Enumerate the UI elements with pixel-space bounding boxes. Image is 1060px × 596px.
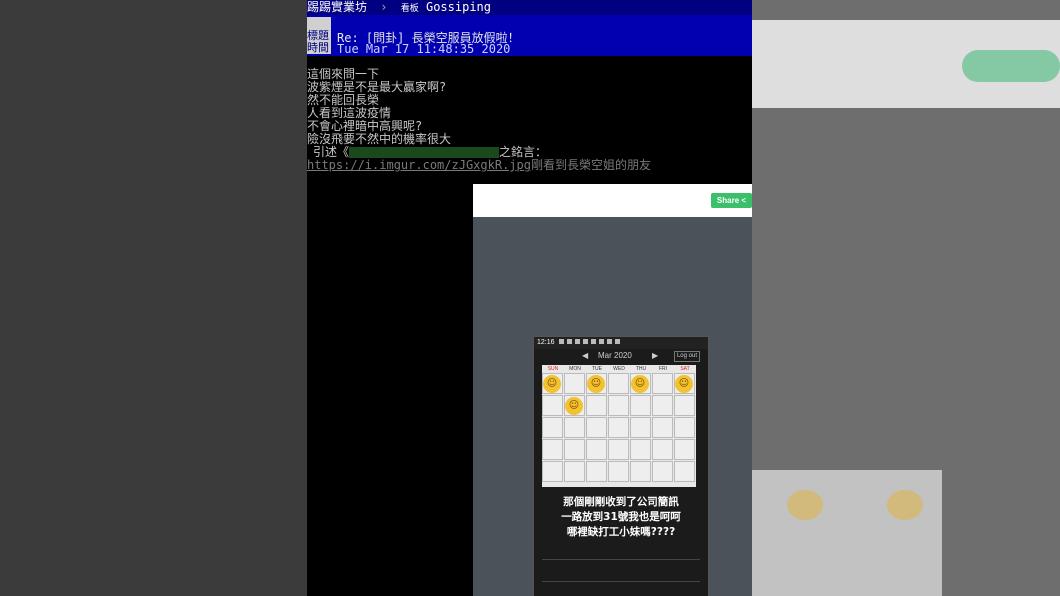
calendar-month: Mar 2020	[598, 351, 632, 360]
post-header: 標題 時間 Re: [問卦] 長榮空服員放假啦！ Tue Mar 17 11:4…	[307, 15, 752, 56]
logout-button: Log out	[673, 351, 700, 362]
quote-prefix: 引述《	[313, 145, 350, 159]
post-time: Tue Mar 17 11:48:35 2020	[337, 42, 511, 56]
day-label: SUN	[547, 366, 559, 372]
smiley-emoji-icon: ☺	[675, 375, 693, 393]
status-icon	[615, 339, 621, 344]
calendar-cell	[630, 439, 651, 460]
calendar-header: ◀ Mar 2020 ▶ Log out	[540, 349, 702, 363]
message-line: 那個剛剛收到了公司簡訊	[563, 496, 679, 508]
calendar-cell	[586, 461, 607, 482]
smiley-emoji-icon: ☺	[587, 375, 605, 393]
calendar-cell	[608, 417, 629, 438]
calendar-cell	[586, 439, 607, 460]
ptt-post: 批踢踢實業坊 › 看板 Gossiping 標題 時間 Re: [問卦] 長榮空…	[307, 0, 752, 596]
message-line: 一路放到31號我也是呵呵	[561, 511, 681, 523]
share-button[interactable]: Share <	[711, 193, 752, 208]
day-label: FRI	[658, 366, 668, 372]
calendar-cell	[542, 417, 563, 438]
status-icon	[567, 339, 573, 344]
board-link[interactable]: Gossiping	[426, 0, 491, 14]
calendar-cell	[586, 395, 607, 416]
blurred-share-button	[962, 50, 1060, 82]
calendar-cell	[564, 439, 585, 460]
image-header: Share <	[473, 184, 752, 217]
smiley-emoji-icon: ☺	[543, 375, 561, 393]
calendar-cell	[542, 395, 563, 416]
calendar-cell	[674, 439, 695, 460]
site-link[interactable]: 批踢踢實業坊	[307, 0, 367, 14]
calendar-cell	[542, 461, 563, 482]
calendar-cell	[564, 373, 585, 394]
calendar-cell	[652, 417, 673, 438]
status-icon	[607, 339, 613, 344]
calendar-cell	[674, 461, 695, 482]
next-month-icon: ▶	[652, 351, 659, 360]
url-line: https://i.imgur.com/zJGxgkR.jpg剛看到長榮空姐的朋…	[307, 159, 752, 172]
status-icon	[559, 339, 565, 344]
calendar-cell	[608, 395, 629, 416]
calendar-cell	[652, 395, 673, 416]
smiley-emoji-icon: ☺	[565, 397, 583, 415]
time-label: 時間	[307, 41, 329, 54]
blurred-image	[752, 470, 942, 596]
smiley-emoji-icon: ☺	[631, 375, 649, 393]
left-background	[0, 0, 307, 596]
header-labels: 標題 時間	[307, 17, 331, 54]
share-label: Share	[716, 196, 740, 205]
day-label: WED	[613, 366, 625, 372]
board-tag: 看板	[400, 4, 419, 14]
calendar-grid: SUN MON TUE WED THU FRI SAT ☺ ☺ ☺ ☺ ☺	[542, 365, 696, 487]
calendar-cell	[586, 417, 607, 438]
quote-suffix: 之銘言：	[499, 145, 548, 159]
blurred-emoji	[787, 490, 823, 520]
day-label: MON	[569, 366, 581, 372]
url-tail-text: 剛看到長榮空姐的朋友	[530, 158, 651, 172]
message-text: 那個剛剛收到了公司簡訊 一路放到31號我也是呵呵 哪裡缺打工小妹嗎????	[542, 495, 700, 540]
calendar-cell	[652, 461, 673, 482]
blurred-emoji	[887, 490, 923, 520]
calendar-cell	[630, 395, 651, 416]
status-icon	[583, 339, 589, 344]
breadcrumb: 批踢踢實業坊 › 看板 Gossiping	[307, 0, 752, 15]
share-icon: <	[741, 196, 747, 205]
day-label: SAT	[680, 366, 690, 372]
calendar-cell	[674, 417, 695, 438]
calendar-cell	[652, 439, 673, 460]
prev-month-icon: ◀	[582, 351, 589, 360]
embedded-image: Share < 12:16 ◀ Mar 2020 ▶ Log out SUN M…	[473, 184, 752, 596]
divider	[542, 581, 700, 582]
calendar-cell	[608, 461, 629, 482]
breadcrumb-separator: ›	[380, 0, 388, 14]
status-icon	[575, 339, 581, 344]
day-label: TUE	[592, 366, 602, 372]
calendar-cell	[608, 373, 629, 394]
day-label: THU	[635, 366, 647, 372]
calendar-cell	[542, 439, 563, 460]
image-link[interactable]: https://i.imgur.com/zJGxgkR.jpg	[307, 158, 531, 172]
status-bar: 12:16	[534, 337, 708, 349]
calendar-cell	[674, 395, 695, 416]
calendar-cell	[630, 417, 651, 438]
calendar-cell	[630, 461, 651, 482]
calendar-cell	[608, 439, 629, 460]
calendar-cell	[564, 417, 585, 438]
blurred-username	[349, 147, 500, 158]
divider	[542, 559, 700, 560]
right-background	[752, 0, 1060, 596]
status-icon	[599, 339, 605, 344]
status-time: 12:16	[537, 339, 555, 346]
status-icon	[591, 339, 597, 344]
calendar-cell	[564, 461, 585, 482]
calendar-cell	[652, 373, 673, 394]
post-body: 這個來問一下 波紫煙是不是最大贏家啊? 然不能回長榮 人看到這波疫情 不會心裡暗…	[307, 68, 752, 172]
message-line: 哪裡缺打工小妹嗎????	[566, 526, 676, 538]
phone-screenshot: 12:16 ◀ Mar 2020 ▶ Log out SUN MON TUE W…	[533, 336, 709, 596]
